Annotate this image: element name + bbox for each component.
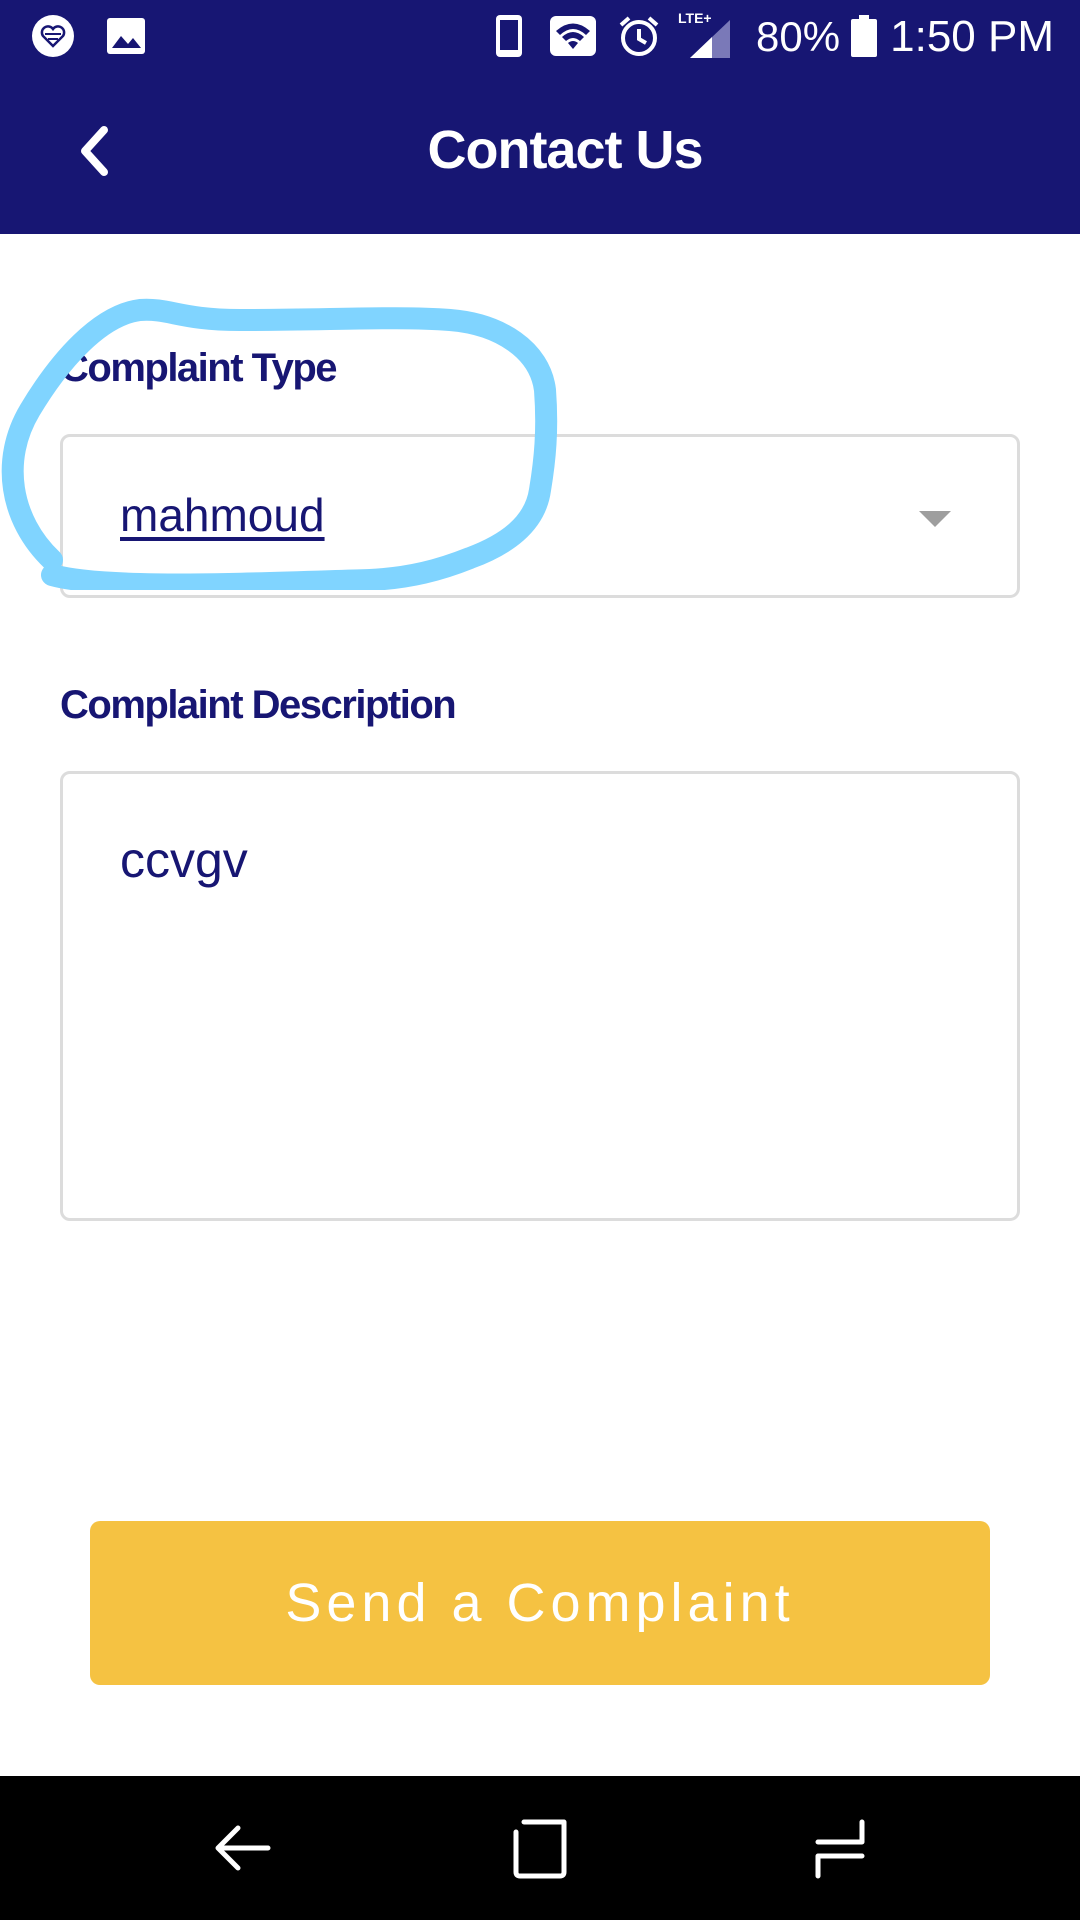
dropdown-arrow-icon[interactable] xyxy=(919,511,951,527)
status-bar: LTE+ 80% 1:50 PM xyxy=(0,0,1080,72)
signal-icon: LTE+ xyxy=(678,10,730,58)
image-icon xyxy=(107,18,145,54)
complaint-type-value: mahmoud xyxy=(120,489,325,541)
complaint-description-textarea[interactable]: ccvgv xyxy=(60,771,1020,1221)
alarm-icon xyxy=(619,16,659,56)
send-complaint-button[interactable]: Send a Complaint xyxy=(90,1521,990,1685)
svg-text:LTE+: LTE+ xyxy=(678,10,712,26)
phone-icon xyxy=(496,15,522,57)
complaint-description-label: Complaint Description xyxy=(60,683,457,727)
nav-recents-icon[interactable] xyxy=(812,1818,868,1880)
app-heart-icon xyxy=(32,15,74,57)
battery-icon xyxy=(851,15,877,57)
wifi-icon xyxy=(550,16,596,56)
page-title: Contact Us xyxy=(427,120,703,180)
clock: 1:50 PM xyxy=(890,12,1054,61)
complaint-description-value: ccvgv xyxy=(120,832,248,888)
battery-percent: 80% xyxy=(756,13,841,60)
app-bar: Contact Us xyxy=(0,72,1080,234)
nav-back-icon[interactable] xyxy=(212,1818,272,1878)
nav-home-icon[interactable] xyxy=(510,1818,570,1880)
complaint-type-select[interactable]: mahmoud xyxy=(60,434,1020,598)
system-nav-bar xyxy=(0,1776,1080,1920)
complaint-type-label: Complaint Type xyxy=(60,346,338,390)
